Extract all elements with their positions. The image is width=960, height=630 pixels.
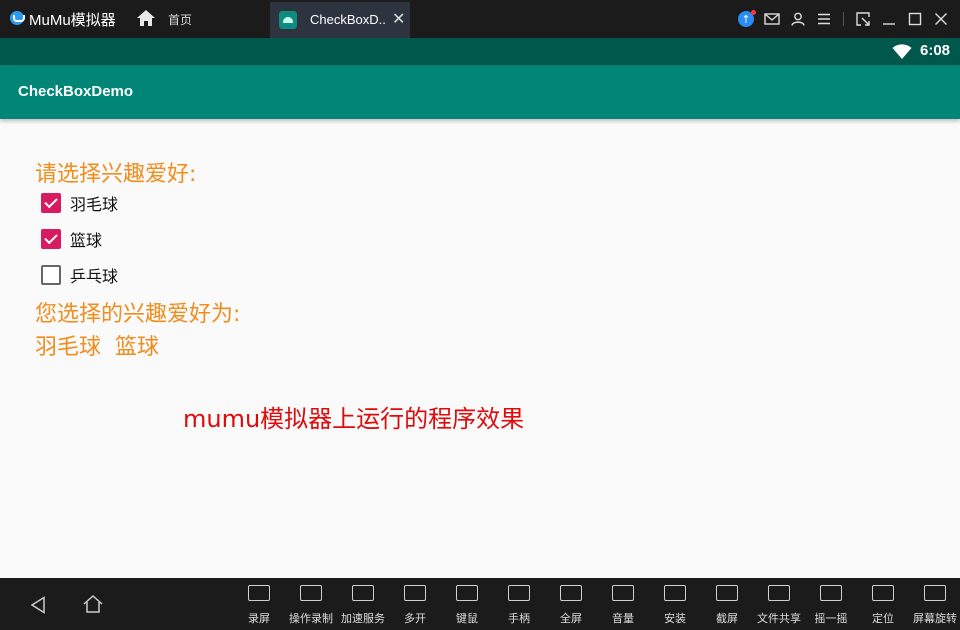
shake-icon [820, 578, 842, 608]
toolbar-item-gamepad[interactable]: 手柄 [493, 578, 545, 630]
toolbar-item-label: 多开 [404, 612, 426, 625]
menu-icon[interactable] [811, 0, 837, 38]
result-value: 羽毛球 篮球 [35, 335, 159, 360]
user-icon[interactable] [785, 0, 811, 38]
rocket-icon [352, 578, 374, 608]
macro-icon [300, 578, 322, 608]
location-icon [872, 578, 894, 608]
toolbar-item-label: 定位 [872, 612, 894, 625]
multi-instance-icon [404, 578, 426, 608]
tab-close-icon[interactable]: ✕ [392, 9, 405, 28]
actionbar-title: CheckBoxDemo [18, 83, 134, 100]
mumu-logo-icon [10, 11, 25, 25]
fullscreen-icon [560, 578, 582, 608]
toolbar-item-label: 音量 [612, 612, 634, 625]
wifi-icon [892, 44, 912, 59]
toolbar-item-label: 截屏 [716, 612, 738, 625]
back-icon[interactable] [30, 596, 46, 614]
toolbar-item-label: 文件共享 [757, 612, 801, 625]
toolbar-item-crop[interactable]: 截屏 [701, 578, 753, 630]
keyboard-icon [456, 578, 478, 608]
toolbar-item-rocket[interactable]: 加速服务 [337, 578, 389, 630]
toolbar-item-macro[interactable]: 操作录制 [285, 578, 337, 630]
rotate-icon [924, 578, 946, 608]
toolbar-item-label: 安装 [664, 612, 686, 625]
toolbar-item-keyboard[interactable]: 键鼠 [441, 578, 493, 630]
status-clock: 6:08 [920, 42, 951, 59]
gamepad-icon [508, 578, 530, 608]
toolbar-item-label: 加速服务 [341, 612, 385, 625]
tab-checkboxdemo[interactable]: CheckBoxD.. ✕ [270, 2, 410, 38]
maximize-icon[interactable] [902, 0, 928, 38]
emulator-toolbar: 录屏 操作录制 加速服务 多开 键鼠 手柄 全屏 音量 安装 截屏 文件共享 摇一摇 定位 屏幕旋转 [0, 578, 960, 630]
emulator-titlebar: MuMu模拟器 首页 CheckBoxD.. ✕ ↑ [0, 0, 960, 38]
toolbar-item-folder[interactable]: 文件共享 [753, 578, 805, 630]
home-tab-icon[interactable] [136, 9, 156, 27]
app-actionbar: CheckBoxDemo [0, 65, 960, 119]
screenshot-caption: mumu模拟器上运行的程序效果 [183, 405, 525, 433]
checkbox-label[interactable]: 羽毛球 [70, 191, 118, 215]
checkbox-checked-icon[interactable] [41, 229, 61, 249]
expand-icon[interactable] [850, 0, 876, 38]
toolbar-item-label: 全屏 [560, 612, 582, 625]
toolbar-item-label: 屏幕旋转 [913, 612, 957, 625]
toolbar-item-label: 操作录制 [289, 612, 333, 625]
android-app-icon [279, 11, 297, 29]
toolbar-item-record[interactable]: 录屏 [233, 578, 285, 630]
android-statusbar: 6:08 [0, 38, 960, 65]
volume-icon [612, 578, 634, 608]
tab-label: CheckBoxD.. [310, 12, 386, 27]
mail-icon[interactable] [759, 0, 785, 38]
checkbox-badminton[interactable]: 羽毛球 [41, 192, 118, 214]
app-name: MuMu模拟器 [29, 12, 116, 29]
close-icon[interactable] [928, 0, 954, 38]
toolbar-item-shake[interactable]: 摇一摇 [805, 578, 857, 630]
checkbox-label[interactable]: 篮球 [70, 227, 102, 251]
checkbox-label[interactable]: 乒乓球 [70, 263, 118, 287]
update-icon[interactable]: ↑ [733, 0, 759, 38]
toolbar-item-volume[interactable]: 音量 [597, 578, 649, 630]
toolbar-item-label: 摇一摇 [814, 612, 848, 625]
toolbar-item-label: 录屏 [248, 612, 270, 625]
home-icon[interactable] [82, 594, 104, 614]
toolbar-item-multi-instance[interactable]: 多开 [389, 578, 441, 630]
minimize-icon[interactable] [876, 0, 902, 38]
record-icon [248, 578, 270, 608]
crop-icon [716, 578, 738, 608]
checkbox-pingpong[interactable]: 乒乓球 [41, 264, 118, 286]
home-tab-label[interactable]: 首页 [168, 11, 192, 28]
apk-icon [664, 578, 686, 608]
result-title: 您选择的兴趣爱好为: [35, 302, 241, 327]
folder-icon [768, 578, 790, 608]
checkbox-unchecked-icon[interactable] [41, 265, 61, 285]
toolbar-item-fullscreen[interactable]: 全屏 [545, 578, 597, 630]
titlebar-divider [843, 12, 844, 26]
toolbar-item-rotate[interactable]: 屏幕旋转 [909, 578, 960, 630]
interest-prompt: 请选择兴趣爱好: [35, 162, 197, 187]
checkbox-basketball[interactable]: 篮球 [41, 228, 102, 250]
toolbar-item-location[interactable]: 定位 [857, 578, 909, 630]
toolbar-item-apk[interactable]: 安装 [649, 578, 701, 630]
toolbar-item-label: 手柄 [508, 612, 530, 625]
toolbar-item-label: 键鼠 [456, 612, 478, 625]
checkbox-checked-icon[interactable] [41, 193, 61, 213]
